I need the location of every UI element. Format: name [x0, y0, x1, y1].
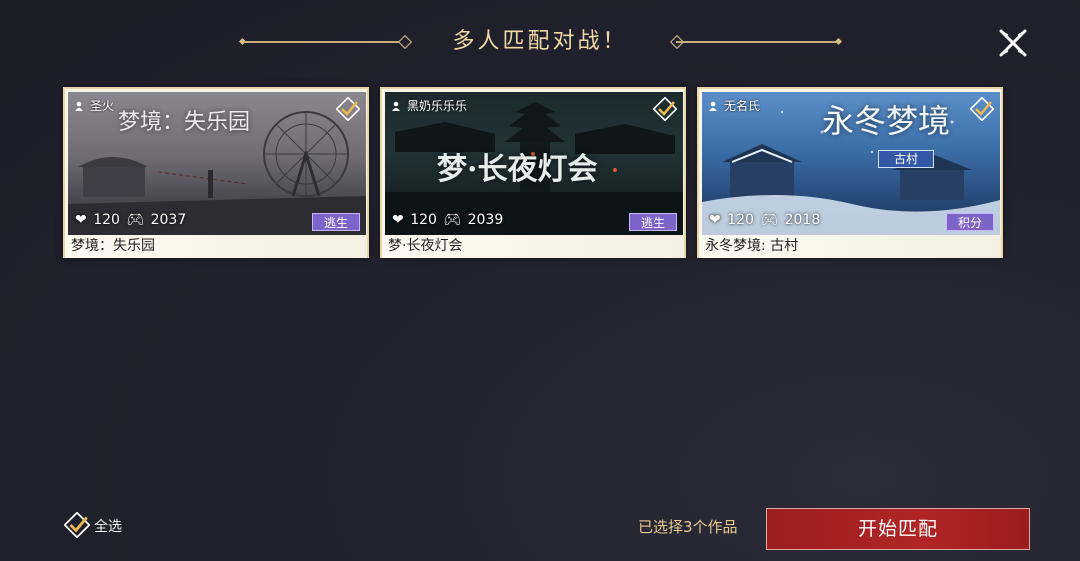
check-icon[interactable] — [653, 97, 677, 121]
mode-tag: 积分 — [946, 213, 994, 231]
check-icon[interactable] — [336, 97, 360, 121]
play-count: 2039 — [467, 212, 504, 228]
card-caption: 梦境：失乐园 — [65, 235, 367, 258]
gamepad-icon: 🎮︎ — [443, 212, 462, 228]
card-art-title: 梦·长夜灯会 — [437, 152, 598, 187]
card-caption: 梦·长夜灯会 — [382, 235, 684, 258]
select-all-label: 全选 — [94, 519, 122, 535]
card-author-name: 黑奶乐乐乐 — [407, 99, 468, 113]
card-stats: ❤ 120 🎮︎ 2039 — [392, 211, 505, 229]
card-stats: ❤ 120 🎮︎ 2018 — [709, 211, 822, 229]
card-author: 黑奶乐乐乐 — [391, 98, 467, 114]
selected-count-status: 已选择3个作品 — [638, 518, 738, 536]
start-match-button[interactable]: 开始匹配 — [766, 508, 1030, 550]
person-icon — [709, 101, 717, 111]
work-card-2[interactable]: 梦·长夜灯会 黑奶乐乐乐 ❤ 120 🎮︎ 2039 逃生 梦·长夜灯会 — [380, 87, 686, 258]
card-art-title: 梦境：失乐园 — [118, 110, 251, 135]
play-count: 2018 — [784, 212, 821, 228]
start-match-label: 开始匹配 — [857, 518, 938, 540]
heart-icon: ❤ — [709, 212, 721, 228]
card-thumbnail: 永冬梦境 古村 无名氏 ❤ 120 🎮︎ 2018 积分 — [702, 92, 1000, 235]
heart-icon: ❤ — [392, 212, 404, 228]
card-author-name: 无名氏 — [724, 99, 761, 113]
mode-tag: 逃生 — [312, 213, 360, 231]
card-author: 无名氏 — [708, 98, 760, 114]
gamepad-icon: 🎮︎ — [126, 212, 145, 228]
like-count: 120 — [727, 212, 754, 228]
like-count: 120 — [93, 212, 120, 228]
card-caption: 永冬梦境: 古村 — [699, 235, 1001, 258]
close-button[interactable] — [996, 26, 1030, 60]
like-count: 120 — [410, 212, 437, 228]
header: 多人匹配对战！ — [0, 22, 1080, 62]
card-author-name: 圣火 — [90, 99, 115, 113]
ornament-right — [676, 41, 838, 43]
person-icon — [75, 101, 83, 111]
heart-icon: ❤ — [75, 212, 87, 228]
mode-tag: 逃生 — [629, 213, 677, 231]
card-art-title: 永冬梦境 — [822, 102, 951, 140]
page-title: 多人匹配对战！ — [452, 29, 628, 54]
card-art-subtitle: 古村 — [878, 150, 934, 168]
card-author: 圣火 — [74, 98, 114, 114]
select-all-toggle[interactable]: 全选 — [63, 511, 122, 539]
check-icon[interactable] — [970, 97, 994, 121]
gamepad-icon: 🎮︎ — [760, 212, 779, 228]
work-card-1[interactable]: 梦境：失乐园 圣火 ❤ 120 🎮︎ 2037 逃生 梦境：失乐园 — [63, 87, 369, 258]
person-icon — [392, 101, 400, 111]
card-stats: ❤ 120 🎮︎ 2037 — [75, 211, 188, 229]
close-icon — [999, 29, 1027, 57]
play-count: 2037 — [150, 212, 187, 228]
card-thumbnail: 梦·长夜灯会 黑奶乐乐乐 ❤ 120 🎮︎ 2039 逃生 — [385, 92, 683, 235]
card-thumbnail: 梦境：失乐园 圣火 ❤ 120 🎮︎ 2037 逃生 — [68, 92, 366, 235]
work-card-3[interactable]: 永冬梦境 古村 无名氏 ❤ 120 🎮︎ 2018 积分 永冬梦境: 古村 — [697, 87, 1003, 258]
check-icon — [63, 511, 91, 539]
